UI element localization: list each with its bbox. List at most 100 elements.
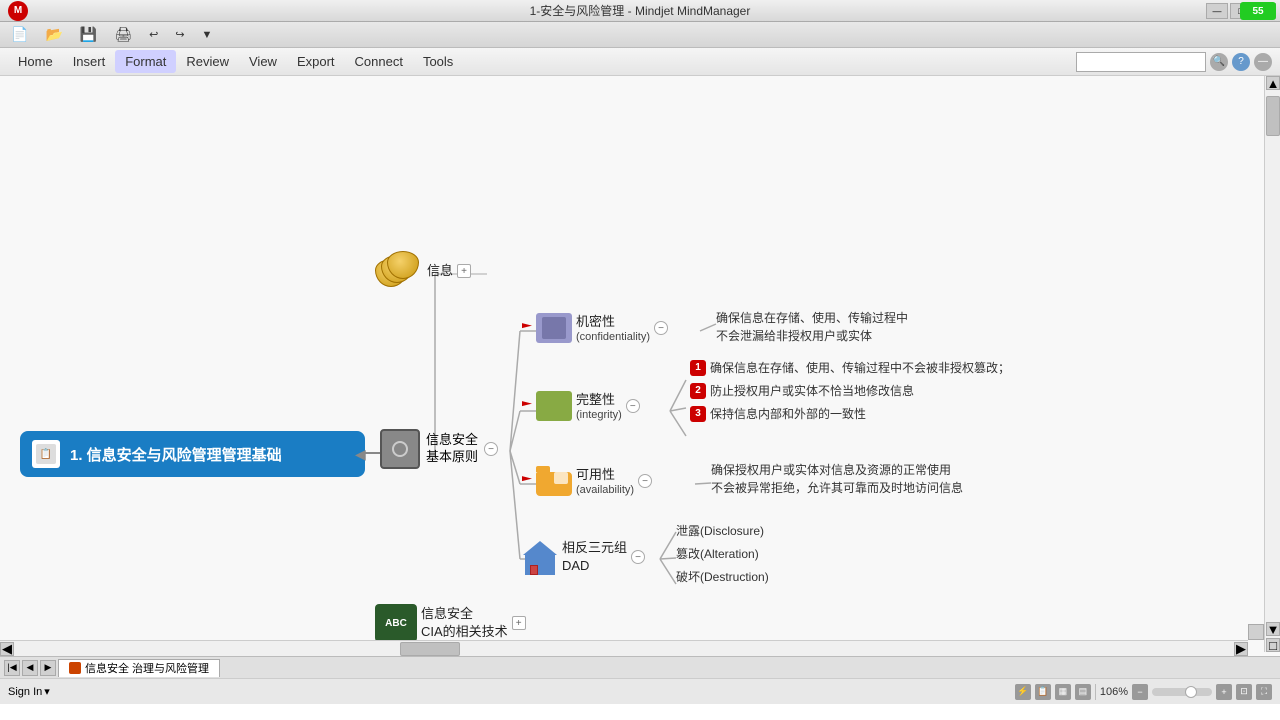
coins-icon bbox=[375, 251, 423, 291]
dad-item-2: 篡改(Alteration) bbox=[676, 545, 769, 562]
basic-principles-collapse-button[interactable]: − bbox=[484, 442, 498, 456]
dad-name-label: DAD bbox=[562, 557, 627, 575]
menu-tools[interactable]: Tools bbox=[413, 50, 463, 73]
dad-node: 相反三元组 DAD − bbox=[522, 539, 645, 575]
confidentiality-collapse-button[interactable]: − bbox=[654, 321, 668, 335]
scroll-thumb-horizontal[interactable] bbox=[400, 642, 460, 656]
signin-button[interactable]: Sign In ▾ bbox=[8, 685, 50, 698]
zoom-slider[interactable] bbox=[1152, 688, 1212, 696]
tab-next-button[interactable]: ▶ bbox=[40, 660, 56, 676]
dad-collapse-button[interactable]: − bbox=[631, 550, 645, 564]
availability-collapse-button[interactable]: − bbox=[638, 474, 652, 488]
fullscreen-icon[interactable]: ⛶ bbox=[1256, 684, 1272, 700]
availability-cn-label: 可用性 bbox=[576, 466, 634, 484]
minimize-button[interactable]: — bbox=[1206, 3, 1228, 19]
main-canvas: 信息 + 信息安全 基本原则 − 机密性 (confidentiality) − bbox=[0, 76, 1280, 656]
tab-label: 信息安全 治理与风险管理 bbox=[85, 660, 209, 676]
dropdown-icon[interactable]: ▼ bbox=[195, 25, 220, 45]
search-area: 🔍 ? — bbox=[1076, 52, 1272, 72]
window-title: 1-安全与风险管理 - Mindjet MindManager bbox=[530, 2, 751, 19]
info-expand-button[interactable]: + bbox=[457, 264, 471, 278]
view1-icon[interactable]: ▦ bbox=[1055, 684, 1071, 700]
menu-format[interactable]: Format bbox=[115, 50, 176, 73]
scroll-left-button[interactable]: ◀ bbox=[0, 642, 14, 656]
integrity-desc-2: 2 防止授权用户或实体不恰当地修改信息 bbox=[690, 382, 1010, 399]
integrity-desc-block: 1 确保信息在存储、使用、传输过程中不会被非授权篡改； 2 防止授权用户或实体不… bbox=[690, 359, 1010, 422]
fit-icon[interactable]: ⊡ bbox=[1236, 684, 1252, 700]
menu-home[interactable]: Home bbox=[8, 50, 63, 73]
safe-icon bbox=[380, 429, 420, 469]
tab-item-1[interactable]: 信息安全 治理与风险管理 bbox=[58, 659, 220, 677]
cia-label-2: CIA的相关技术 bbox=[421, 623, 508, 641]
cia-expand-button[interactable]: + bbox=[512, 616, 526, 630]
availability-desc: 确保授权用户或实体对信息及资源的正常使用不会被异常拒绝，允许其可靠而及时地访问信… bbox=[711, 461, 963, 497]
dad-item-1: 泄露(Disclosure) bbox=[676, 522, 769, 539]
info-node: 信息 + bbox=[375, 251, 471, 291]
integrity-desc-1: 1 确保信息在存储、使用、传输过程中不会被非授权篡改； bbox=[690, 359, 1010, 376]
integrity-cn-label: 完整性 bbox=[576, 391, 622, 409]
integrity-desc-1-text: 确保信息在存储、使用、传输过程中不会被非授权篡改； bbox=[710, 359, 1010, 376]
app-logo: M bbox=[8, 1, 28, 21]
integrity-collapse-button[interactable]: − bbox=[626, 399, 640, 413]
view2-icon[interactable]: ▤ bbox=[1075, 684, 1091, 700]
zoom-thumb[interactable] bbox=[1185, 686, 1197, 698]
ribbon-toolbar: 📄 📂 💾 🖨 ↩ ↪ ▼ 55 bbox=[0, 22, 1280, 48]
basic-principles-text1: 信息安全 bbox=[426, 432, 478, 449]
scroll-corner: □ bbox=[1266, 638, 1280, 652]
print-icon[interactable]: 🖨 bbox=[107, 25, 139, 45]
signin-label: Sign In bbox=[8, 686, 42, 698]
minimize-icon[interactable]: — bbox=[1254, 53, 1272, 71]
scroll-thumb-vertical[interactable] bbox=[1266, 96, 1280, 136]
search-icon[interactable]: 🔍 bbox=[1210, 53, 1228, 71]
zoom-level: 106% bbox=[1100, 686, 1128, 698]
tab-prev-button[interactable]: ◀ bbox=[22, 660, 38, 676]
search-input[interactable] bbox=[1076, 52, 1206, 72]
confidentiality-node: 机密性 (confidentiality) − bbox=[522, 313, 668, 343]
integrity-desc-3: 3 保持信息内部和外部的一致性 bbox=[690, 405, 1010, 422]
filter-icon[interactable]: ⚡ bbox=[1015, 684, 1031, 700]
status-bar: Sign In ▾ ⚡ 📋 ▦ ▤ 106% − + ⊡ ⛶ bbox=[0, 678, 1280, 704]
cia-label-1: 信息安全 bbox=[421, 605, 508, 623]
notes-icon[interactable]: 📋 bbox=[1035, 684, 1051, 700]
main-topic[interactable]: 📋 1. 信息安全与风险管理管理基础 bbox=[20, 431, 365, 477]
menu-view[interactable]: View bbox=[239, 50, 287, 73]
file-icon[interactable]: 📄 bbox=[4, 25, 35, 45]
cia-node: ABC 信息安全 CIA的相关技术 + bbox=[375, 604, 526, 642]
scroll-down-button[interactable]: ▼ bbox=[1266, 622, 1280, 636]
menu-insert[interactable]: Insert bbox=[63, 50, 116, 73]
availability-flag bbox=[522, 476, 532, 486]
dad-cn-label: 相反三元组 bbox=[562, 539, 627, 557]
menu-review[interactable]: Review bbox=[176, 50, 239, 73]
dad-item-3: 破坏(Destruction) bbox=[676, 568, 769, 585]
scrollbar-vertical[interactable]: ▲ ▼ □ bbox=[1264, 76, 1280, 652]
separator bbox=[1095, 684, 1096, 700]
scrollbar-horizontal[interactable]: ◀ ▶ bbox=[0, 640, 1248, 656]
availability-desc-text: 确保授权用户或实体对信息及资源的正常使用不会被异常拒绝，允许其可靠而及时地访问信… bbox=[711, 461, 963, 497]
integrity-icon bbox=[536, 391, 572, 421]
zoom-in-icon[interactable]: + bbox=[1216, 684, 1232, 700]
confidentiality-flag bbox=[522, 323, 532, 333]
help-icon[interactable]: ? bbox=[1232, 53, 1250, 71]
save-icon[interactable]: 💾 bbox=[73, 25, 104, 45]
confidentiality-icon bbox=[536, 313, 572, 343]
green-button[interactable]: 55 bbox=[1240, 2, 1276, 20]
integrity-desc-2-text: 防止授权用户或实体不恰当地修改信息 bbox=[710, 382, 914, 399]
undo-icon[interactable]: ↩ bbox=[142, 25, 165, 45]
menu-export[interactable]: Export bbox=[287, 50, 345, 73]
zoom-out-icon[interactable]: − bbox=[1132, 684, 1148, 700]
main-topic-label: 1. 信息安全与风险管理管理基础 bbox=[70, 444, 282, 465]
integrity-en-label: (integrity) bbox=[576, 409, 622, 421]
scroll-right-button[interactable]: ▶ bbox=[1234, 642, 1248, 656]
dad-icon bbox=[522, 539, 558, 575]
status-icons: ⚡ 📋 ▦ ▤ 106% − + ⊡ ⛶ bbox=[1015, 684, 1272, 700]
redo-icon[interactable]: ↪ bbox=[168, 25, 191, 45]
availability-node: 可用性 (availability) − bbox=[522, 466, 652, 496]
tab-first-button[interactable]: |◀ bbox=[4, 660, 20, 676]
integrity-desc-3-text: 保持信息内部和外部的一致性 bbox=[710, 405, 866, 422]
resize-corner bbox=[1248, 624, 1264, 640]
tab-bar: |◀ ◀ ▶ 信息安全 治理与风险管理 bbox=[0, 656, 1280, 678]
integrity-flag bbox=[522, 401, 532, 411]
menu-connect[interactable]: Connect bbox=[345, 50, 413, 73]
open-icon[interactable]: 📂 bbox=[38, 25, 69, 45]
scroll-up-button[interactable]: ▲ bbox=[1266, 76, 1280, 90]
